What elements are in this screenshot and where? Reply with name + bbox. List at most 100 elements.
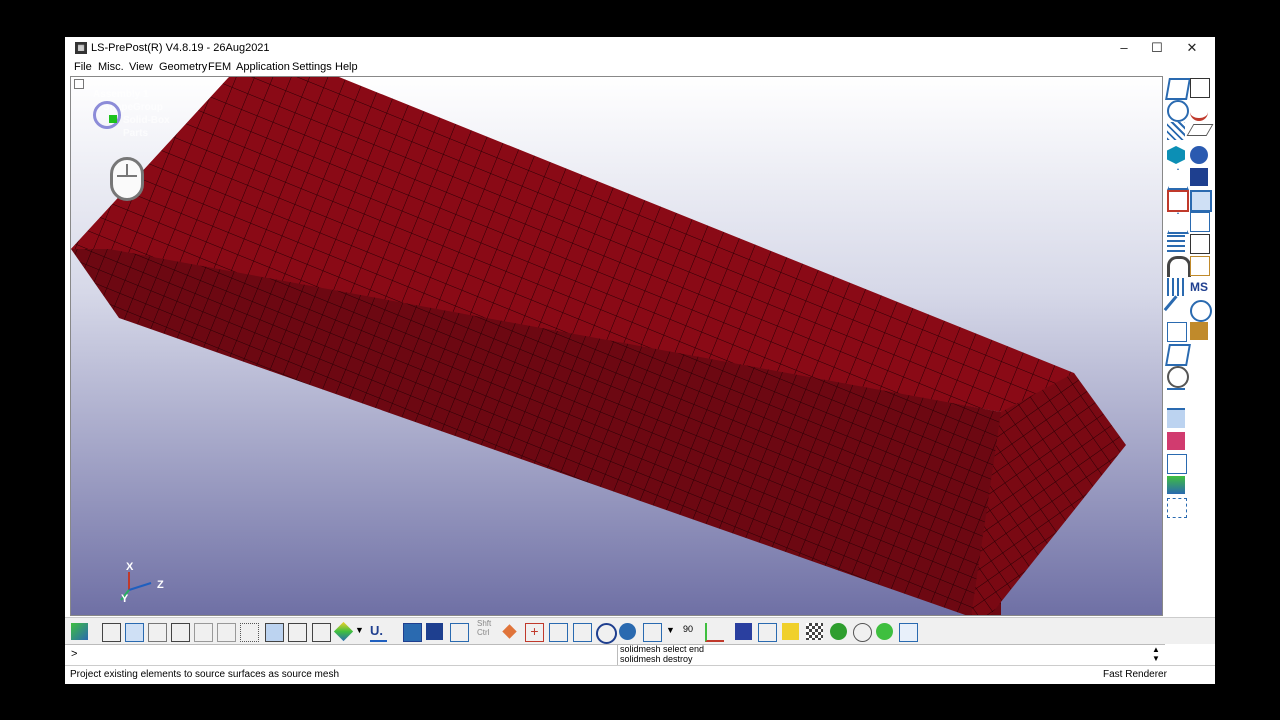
menu-fem[interactable]: FEM (208, 61, 231, 73)
app-window: ▦ LS-PrePost(R) V4.8.19 - 26Aug2021 – ☐ … (65, 37, 1215, 684)
image-icon[interactable] (899, 623, 918, 642)
add-icon[interactable]: + (525, 623, 544, 642)
menu-application[interactable]: Application (236, 61, 290, 73)
status-message: Project existing elements to source surf… (70, 669, 340, 680)
menu-misc[interactable]: Misc. (98, 61, 124, 73)
shell-icon[interactable] (1190, 300, 1212, 322)
curve-icon[interactable] (1190, 100, 1208, 121)
triangle-icon[interactable] (1167, 212, 1189, 234)
node-grid-icon[interactable] (1167, 278, 1185, 296)
play-icon[interactable] (830, 623, 847, 640)
settings-icon[interactable] (853, 623, 872, 642)
globe-icon[interactable] (619, 623, 636, 640)
app-logo-icon: ▦ (75, 42, 87, 54)
rotate-icon[interactable] (596, 623, 617, 644)
sphere-icon[interactable] (1190, 146, 1208, 164)
axis-z-label: Z (157, 579, 164, 591)
angle-value[interactable]: 90 (683, 624, 700, 641)
pick-icon[interactable] (502, 624, 517, 639)
wireframe-icon[interactable] (102, 623, 121, 642)
renderer-label: Fast Renderer (1103, 669, 1167, 680)
solid-box-icon[interactable] (1165, 78, 1191, 100)
align-icon[interactable] (1167, 388, 1185, 410)
home-icon[interactable] (758, 623, 777, 642)
transparent-icon[interactable] (312, 623, 331, 642)
feature-icon[interactable] (171, 623, 190, 642)
minimize-button[interactable]: – (1107, 37, 1141, 59)
zoom-fit-icon[interactable] (573, 623, 592, 642)
box-mesh-icon[interactable] (1165, 344, 1191, 366)
mode-button[interactable]: U. (370, 623, 387, 642)
menu-settings[interactable]: Settings (292, 61, 332, 73)
cube-color-icon[interactable] (1167, 432, 1185, 450)
copy-icon[interactable] (1190, 78, 1210, 98)
iso-view-icon[interactable] (403, 623, 422, 642)
shade-icon[interactable] (125, 623, 144, 642)
light-icon[interactable] (782, 623, 799, 640)
hexa-solid-icon[interactable] (1167, 146, 1185, 164)
views-dropdown-icon[interactable]: ▼ (666, 625, 683, 642)
material-icon[interactable] (1190, 322, 1208, 340)
grid-icon[interactable] (1167, 234, 1185, 252)
edge-icon[interactable] (194, 623, 213, 642)
pencil-icon[interactable] (1163, 295, 1192, 323)
element-edit-icon[interactable] (1167, 190, 1189, 212)
command-area: > solidmesh select end solidmesh destroy… (65, 644, 1165, 665)
tet-icon[interactable] (1167, 168, 1189, 190)
layers-icon[interactable] (1190, 212, 1210, 232)
views-icon[interactable] (643, 623, 662, 642)
maximize-button[interactable]: ☐ (1140, 37, 1174, 59)
gear-icon[interactable] (876, 623, 893, 640)
tree-parts[interactable]: Parts (123, 128, 148, 139)
ms-icon[interactable]: MS (1190, 278, 1208, 296)
title-bar: ▦ LS-PrePost(R) V4.8.19 - 26Aug2021 – ☐ … (65, 37, 1215, 59)
tree-part[interactable]: Solid-Box (123, 115, 170, 126)
part-color-icon (109, 115, 117, 123)
front-view-icon[interactable] (426, 623, 443, 640)
free-edge-icon[interactable] (217, 623, 236, 642)
surface-icon[interactable] (1167, 476, 1185, 494)
menu-bar: File Misc. View Geometry FEM Application… (65, 59, 1215, 76)
plane-icon[interactable] (1186, 124, 1214, 136)
shade-mesh-icon[interactable] (265, 623, 284, 642)
window-title: LS-PrePost(R) V4.8.19 - 26Aug2021 (91, 42, 270, 54)
menu-file[interactable]: File (74, 61, 92, 73)
sketch-icon[interactable] (1167, 100, 1189, 122)
model-icon[interactable] (71, 623, 88, 640)
mesh-edit-icon[interactable] (1167, 322, 1187, 342)
hidden-icon[interactable] (148, 623, 167, 642)
shift-ctrl-toggle[interactable]: Shft Ctrl (477, 619, 494, 637)
tree-expand-icon[interactable] (74, 79, 84, 89)
checker-icon[interactable] (806, 623, 823, 640)
axis-icon[interactable] (705, 623, 724, 642)
back-view-icon[interactable] (450, 623, 469, 642)
block-icon[interactable] (1190, 168, 1208, 186)
menu-view[interactable]: View (129, 61, 153, 73)
right-toolbar: MS (1163, 76, 1215, 616)
bottom-toolbar: ▼ U. Shft Ctrl + ▼ 90 (65, 617, 1215, 644)
table-icon[interactable] (1190, 234, 1210, 254)
mesh-model[interactable] (71, 77, 1163, 616)
mesh-lines-icon[interactable] (240, 623, 259, 642)
history-scroll-icon[interactable]: ▲ ▼ (1152, 645, 1160, 663)
ms-grid-icon[interactable] (1167, 454, 1187, 474)
command-prompt[interactable]: > (71, 648, 77, 660)
tree-assembly[interactable]: Assembly 1 (93, 89, 149, 100)
cube-icon[interactable] (735, 623, 752, 640)
properties-icon[interactable] (1190, 256, 1210, 276)
close-button[interactable]: ✕ (1175, 37, 1209, 59)
zoom-icon[interactable] (549, 623, 568, 642)
menu-geometry[interactable]: Geometry (159, 61, 207, 73)
hatch-icon[interactable] (1167, 410, 1185, 428)
solid-mesh-icon[interactable] (1190, 190, 1212, 212)
axis-x-label: X (126, 561, 134, 573)
outline-icon[interactable] (288, 623, 307, 642)
magnet-icon[interactable] (1167, 256, 1191, 277)
fringe-icon[interactable] (333, 621, 354, 642)
history-line: solidmesh select end (620, 645, 705, 654)
shape-mesh-icon[interactable] (1167, 122, 1185, 140)
node-icon[interactable] (1167, 366, 1189, 388)
multi-part-icon[interactable] (1167, 498, 1187, 518)
graphics-viewport[interactable]: Assembly 1 ShapeGroup Solid-Box Parts X … (70, 76, 1163, 616)
menu-help[interactable]: Help (335, 61, 358, 73)
